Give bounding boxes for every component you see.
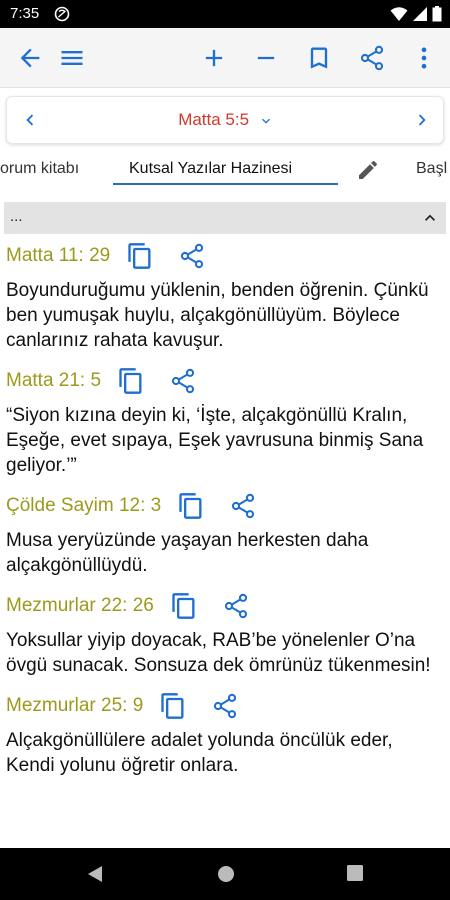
verse-text: “Siyon kızına deyin ki, ‘İşte, alçakgönü… — [6, 405, 424, 476]
cross-reference-list[interactable]: Matta 11: 29 Boyunduruğumu yüklenin, bend… — [4, 234, 446, 848]
verse-text: Boyunduruğumu yüklenin, benden öğrenin. … — [6, 280, 429, 351]
pencil-icon[interactable] — [356, 158, 380, 182]
section-label: ... — [10, 208, 23, 225]
verse-text: Yoksullar yiyip doyacak, RAB’be yönelenl… — [6, 630, 431, 676]
wifi-icon — [390, 7, 408, 21]
chevron-up-icon[interactable] — [420, 208, 440, 228]
section-header[interactable]: ... — [4, 202, 446, 234]
reference-row: Matta 11: 29 — [4, 234, 446, 278]
app-toolbar — [0, 28, 450, 88]
share-icon[interactable] — [229, 492, 257, 520]
verse-reference-dropdown[interactable]: Matta 5:5 — [7, 110, 445, 130]
verse-selector: Matta 5:5 — [6, 96, 444, 144]
cross-reference-item: Çölde Sayim 12: 3 Musa yeryüzünde yaşayan… — [4, 484, 446, 584]
bookmark-icon[interactable] — [305, 44, 333, 72]
reference-row: Çölde Sayim 12: 3 — [4, 484, 446, 528]
chevron-down-icon — [261, 118, 270, 124]
status-bar: 7:35 — [0, 0, 450, 28]
copy-icon[interactable] — [117, 367, 145, 395]
reference-link[interactable]: Matta 21: 5 — [6, 370, 101, 392]
copy-icon[interactable] — [159, 692, 187, 720]
verse-text: Musa yeryüzünde yaşayan herkesten daha a… — [6, 530, 369, 576]
plus-icon[interactable] — [200, 44, 228, 72]
reference-link[interactable]: Matta 11: 29 — [6, 245, 110, 267]
status-time: 7:35 — [10, 5, 40, 22]
reference-row: Mezmurlar 25: 9 — [4, 684, 446, 728]
chevron-right-icon[interactable] — [411, 109, 433, 131]
verse-reference-label: Matta 5:5 — [178, 110, 250, 129]
copy-icon[interactable] — [170, 592, 198, 620]
reference-link[interactable]: Mezmurlar 25: 9 — [6, 695, 143, 717]
active-tab-indicator — [113, 183, 338, 185]
reference-row: Matta 21: 5 — [4, 359, 446, 403]
tab-headings[interactable]: Başl — [416, 160, 447, 178]
share-icon[interactable] — [169, 367, 197, 395]
cross-reference-item: Matta 21: 5 “Siyon kızına deyin ki, ‘İşte… — [4, 359, 446, 484]
verse-text: Alçakgönüllülere adalet yolunda öncülük … — [6, 730, 393, 776]
cell-signal-icon — [413, 7, 427, 21]
battery-icon — [432, 6, 442, 22]
share-icon[interactable] — [211, 692, 239, 720]
cross-reference-item: Matta 11: 29 Boyunduruğumu yüklenin, bend… — [4, 234, 446, 359]
do-not-disturb-icon — [54, 6, 70, 22]
nav-recents-icon[interactable] — [346, 864, 364, 882]
back-arrow-icon[interactable] — [16, 44, 44, 72]
tab-commentary[interactable]: orum kitabı — [0, 160, 79, 178]
reference-link[interactable]: Mezmurlar 22: 26 — [6, 595, 154, 617]
copy-icon[interactable] — [126, 242, 154, 270]
copy-icon[interactable] — [177, 492, 205, 520]
menu-icon[interactable] — [58, 44, 86, 72]
share-icon[interactable] — [358, 44, 386, 72]
share-icon[interactable] — [178, 242, 206, 270]
reference-row: Mezmurlar 22: 26 — [4, 584, 446, 628]
cross-reference-item: Mezmurlar 22: 26 Yoksullar yiyip doyacak,… — [4, 584, 446, 684]
nav-back-icon[interactable] — [86, 864, 104, 884]
tab-treasury[interactable]: Kutsal Yazılar Hazinesi — [129, 160, 292, 178]
system-nav-bar — [0, 848, 450, 900]
nav-home-icon[interactable] — [216, 864, 236, 884]
share-icon[interactable] — [222, 592, 250, 620]
minus-icon[interactable] — [252, 44, 280, 72]
more-vert-icon[interactable] — [410, 44, 438, 72]
reference-link[interactable]: Çölde Sayim 12: 3 — [6, 495, 161, 517]
cross-reference-item: Mezmurlar 25: 9 Alçakgönüllülere adalet y… — [4, 684, 446, 784]
